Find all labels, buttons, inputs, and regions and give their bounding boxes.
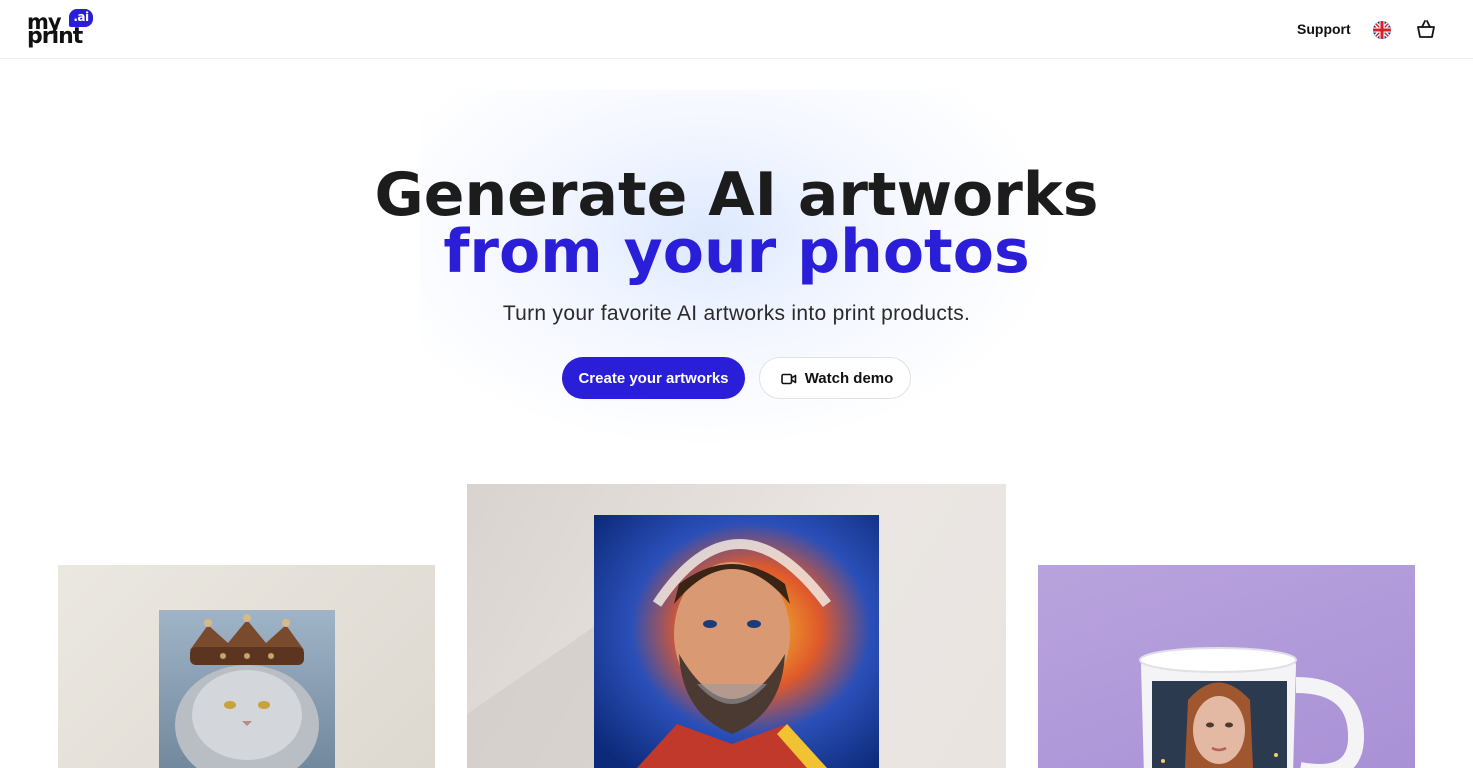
product-image-mug[interactable]	[1038, 565, 1415, 768]
watch-demo-button[interactable]: Watch demo	[759, 357, 911, 399]
mug-illustration	[1139, 647, 1365, 768]
man-canvas-illustration	[467, 515, 879, 768]
myprint-logo[interactable]: my print .ai	[27, 9, 95, 49]
hero-headline-accent: from your photos	[443, 217, 1030, 287]
product-image-cat-canvas[interactable]	[58, 565, 435, 768]
hero-headline: Generate AI artworks	[374, 160, 1099, 230]
hero-subtitle: Turn your favorite AI artworks into prin…	[502, 302, 971, 325]
create-artworks-button[interactable]: Create your artworks	[562, 357, 745, 399]
cat-canvas-illustration	[159, 610, 335, 768]
logo-text-bottom: print	[27, 24, 83, 49]
site-header: my print .ai Support	[0, 0, 1473, 59]
video-camera-icon	[781, 373, 797, 385]
support-link[interactable]: Support	[1297, 21, 1351, 37]
basket-icon[interactable]	[1415, 18, 1437, 40]
watch-demo-label: Watch demo	[804, 369, 894, 387]
product-image-man-canvas[interactable]	[467, 484, 1006, 768]
logo-badge: .ai	[69, 9, 93, 27]
uk-flag-icon[interactable]	[1373, 21, 1391, 39]
